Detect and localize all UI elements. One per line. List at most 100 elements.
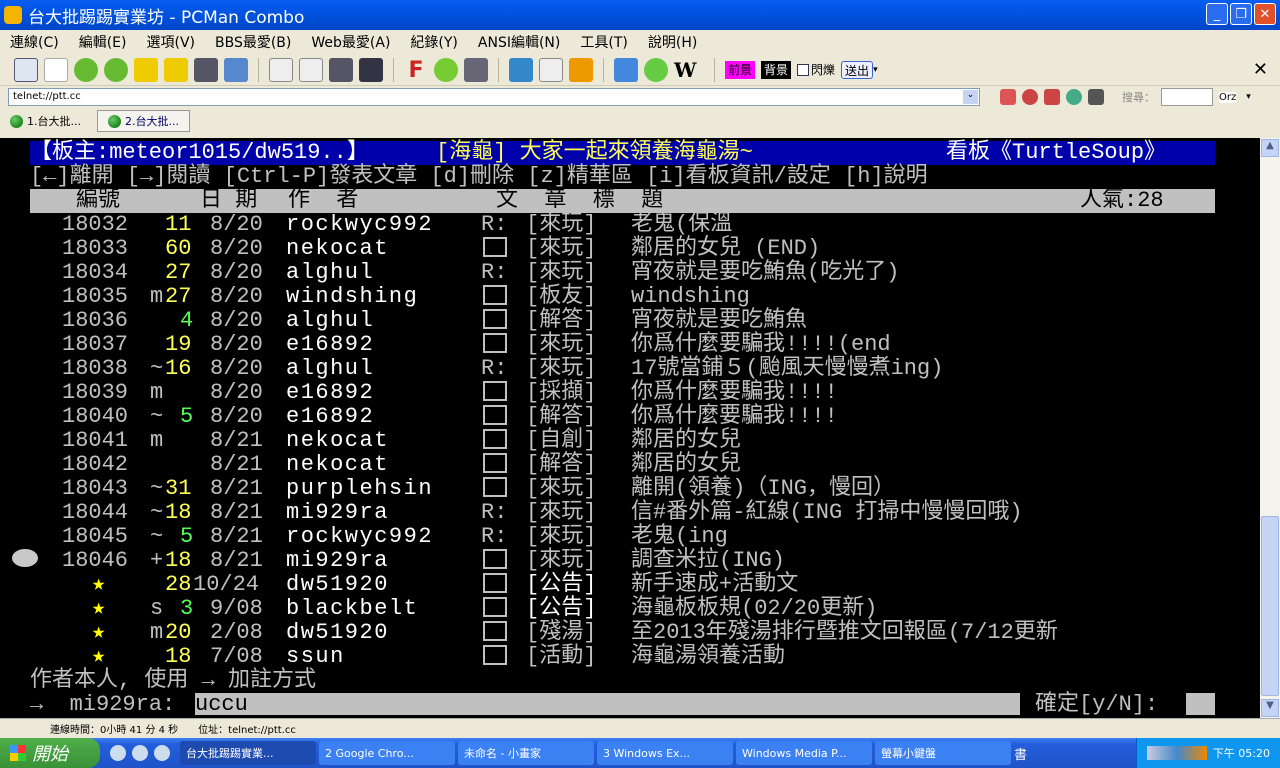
close-toolbar-icon[interactable]: ✕ — [1253, 59, 1268, 80]
article-number: 18038 — [62, 356, 129, 381]
article-row[interactable]: ★ 28 10/24 dw51920 [公告] 新手速成+活動文 — [0, 573, 1260, 597]
font-icon[interactable]: F — [404, 58, 428, 83]
stop-icon[interactable] — [1022, 89, 1038, 105]
article-row[interactable]: 18039 m 8/20 e16892 [採擷] 你爲什麼要騙我!!!! — [0, 381, 1260, 405]
menu-ansi-edit[interactable]: ANSI編輯(N) — [478, 32, 560, 52]
task-keyboard[interactable]: 螢幕小鍵盤 — [875, 741, 1011, 765]
close-button[interactable]: ✕ — [1254, 3, 1276, 25]
terminal-screen[interactable]: 【板主:meteor1015/dw519..】 [海龜] 大家一起來領養海龜湯~… — [0, 138, 1260, 718]
task-explorer[interactable]: 3 Windows Ex... — [597, 741, 733, 765]
home-icon[interactable] — [1000, 89, 1016, 105]
address-dropdown-icon[interactable]: ⌄ — [963, 90, 978, 104]
article-row[interactable]: 18045 ~5 8/21 rockwyc992 R: [來玩] 老鬼(ing — [0, 525, 1260, 549]
minimize-button[interactable]: _ — [1206, 3, 1228, 25]
article-author: e16892 — [286, 380, 375, 405]
menu-connection[interactable]: 連線(C) — [10, 32, 59, 52]
article-row[interactable]: ★ 18 7/08 ssun [活動] 海龜湯領養活動 — [0, 645, 1260, 669]
scroll-up-icon[interactable]: ▲ — [1261, 139, 1279, 157]
task-chrome[interactable]: 2 Google Chro... — [319, 741, 455, 765]
article-row[interactable]: 18037 19 8/20 e16892 [來玩] 你爲什麼要騙我!!!!(end — [0, 333, 1260, 357]
article-date: 8/20 — [210, 356, 263, 381]
article-row[interactable]: 18038 ~16 8/20 alghul R: [來玩] 17號當鋪５(颱風天慢慢煮ing… — [0, 357, 1260, 381]
task-pcman[interactable]: 台大批踢踢實業... — [180, 741, 316, 765]
media-player-icon[interactable] — [132, 745, 148, 761]
unread-box-icon — [483, 429, 507, 449]
article-row[interactable]: 18043 ~31 8/21 purplehsin [來玩] 離開(領養)（ING，慢回） — [0, 477, 1260, 501]
settings-gear-icon[interactable] — [434, 57, 458, 82]
menu-edit[interactable]: 編輯(E) — [79, 32, 127, 52]
task-paint[interactable]: 未命名 - 小畫家 — [458, 741, 594, 765]
search-engine-dropdown-icon[interactable]: ▾ — [1246, 92, 1251, 102]
confirm-input[interactable] — [1186, 693, 1215, 715]
input-prefix: → mi929ra: — [30, 692, 176, 717]
article-row[interactable]: 18034 27 8/20 alghul R: [來玩] 宵夜就是要吃鮪魚(吃光了) — [0, 261, 1260, 285]
terminal-icon[interactable] — [1088, 89, 1104, 105]
scroll-thumb[interactable] — [1261, 516, 1279, 696]
article-row[interactable]: 18040 ~5 8/20 e16892 [解答] 你爲什麼要騙我!!!! — [0, 405, 1260, 429]
foreground-color-button[interactable]: 前景 — [725, 60, 756, 79]
article-row[interactable]: 18033 60 8/20 nekocat [來玩] 鄰居的女兒 (END) — [0, 237, 1260, 261]
article-row[interactable]: 18032 11 8/20 rockwyc992 R: [來玩] 老鬼(保溫 — [0, 213, 1260, 237]
article-row[interactable]: 18041 m 8/21 nekocat [自創] 鄰居的女兒 — [0, 429, 1260, 453]
start-button[interactable]: 開始 — [0, 738, 100, 768]
scroll-down-icon[interactable]: ▼ — [1261, 699, 1279, 717]
search-engine-select[interactable]: Orz — [1219, 91, 1237, 103]
tab-1[interactable]: 1.台大批... — [0, 110, 91, 132]
disconnect-page-icon[interactable] — [1044, 89, 1060, 105]
screen-icon[interactable] — [509, 57, 533, 82]
article-row[interactable]: 18042 8/21 nekocat [解答] 鄰居的女兒 — [0, 453, 1260, 477]
site-list-icon[interactable] — [14, 57, 38, 82]
wikipedia-icon[interactable]: W — [674, 58, 698, 82]
restore-button[interactable]: ❐ — [1230, 3, 1252, 25]
article-row[interactable]: 18035 m 27 8/20 windshing [板友] windshing — [0, 285, 1260, 309]
send-dropdown-icon[interactable]: ▾ — [873, 65, 878, 75]
article-row[interactable]: 18046 +18 8/21 mi929ra [來玩] 調查米拉(ING) — [0, 549, 1260, 573]
disconnect-icon[interactable] — [134, 57, 158, 82]
back-arrow-icon[interactable] — [74, 57, 98, 82]
address-input[interactable]: telnet://ptt.cc ⌄ — [8, 88, 980, 106]
menu-tools[interactable]: 工具(T) — [580, 32, 627, 52]
forward-arrow-icon[interactable] — [104, 57, 128, 82]
lock-icon[interactable] — [569, 57, 593, 82]
tray-icons[interactable] — [1146, 746, 1207, 760]
article-category: [來玩] — [526, 236, 597, 261]
quicklaunch-icon[interactable] — [110, 745, 126, 761]
paste-icon[interactable] — [299, 57, 323, 82]
article-author: rockwyc992 — [286, 212, 434, 237]
menu-log[interactable]: 紀錄(Y) — [410, 32, 457, 52]
tab-2[interactable]: 2.台大批... — [97, 110, 190, 132]
pcman-logo-icon[interactable] — [614, 57, 638, 82]
task-media-player[interactable]: Windows Media P... — [736, 741, 872, 765]
fullscreen-icon[interactable] — [464, 57, 488, 82]
terminal-scrollbar[interactable]: ▲ ▼ — [1260, 138, 1280, 718]
article-row[interactable]: ★ m 20 2/08 dw51920 [殘湯] 至2013年殘湯排行暨推文回報區(7/12… — [0, 621, 1260, 645]
menu-bbs-favorites[interactable]: BBS最愛(B) — [215, 32, 291, 52]
reconnect-icon[interactable] — [164, 57, 188, 82]
menu-help[interactable]: 說明(H) — [648, 32, 697, 52]
menu-options[interactable]: 選項(V) — [146, 32, 195, 52]
new-connection-icon[interactable] — [44, 57, 68, 82]
search-text-icon[interactable] — [359, 57, 383, 82]
copy-with-color-icon[interactable] — [329, 57, 353, 82]
ime-indicator[interactable]: 書 — [1014, 744, 1027, 763]
article-row[interactable]: 18036 4 8/20 alghul [解答] 宵夜就是要吃鮪魚 — [0, 309, 1260, 333]
menu-web-favorites[interactable]: Web最愛(A) — [311, 32, 390, 52]
ie-icon[interactable] — [154, 745, 170, 761]
article-date: 8/21 — [210, 428, 263, 453]
copy-icon[interactable] — [269, 57, 293, 82]
flower-icon[interactable] — [644, 57, 668, 82]
ansi-code-icon[interactable] — [539, 57, 563, 82]
blink-checkbox[interactable] — [797, 63, 810, 76]
board-title: [海龜] 大家一起來領養海龜湯~ — [436, 140, 753, 165]
article-category: [解答] — [526, 452, 597, 477]
close-connection-icon[interactable] — [194, 57, 218, 82]
send-button[interactable]: 送出 — [841, 60, 874, 79]
comment-input[interactable]: uccu — [195, 693, 1020, 717]
article-category: [公告] — [526, 596, 597, 621]
add-favorite-icon[interactable] — [224, 57, 248, 82]
background-color-button[interactable]: 背景 — [761, 60, 792, 79]
globe-icon[interactable] — [1066, 89, 1082, 105]
article-row[interactable]: ★ s 3 9/08 blackbelt [公告] 海龜板板規(02/20更新) — [0, 597, 1260, 621]
article-row[interactable]: 18044 ~18 8/21 mi929ra R: [來玩] 信#番外篇-紅線(ING 打掃… — [0, 501, 1260, 525]
search-input[interactable] — [1161, 88, 1213, 106]
